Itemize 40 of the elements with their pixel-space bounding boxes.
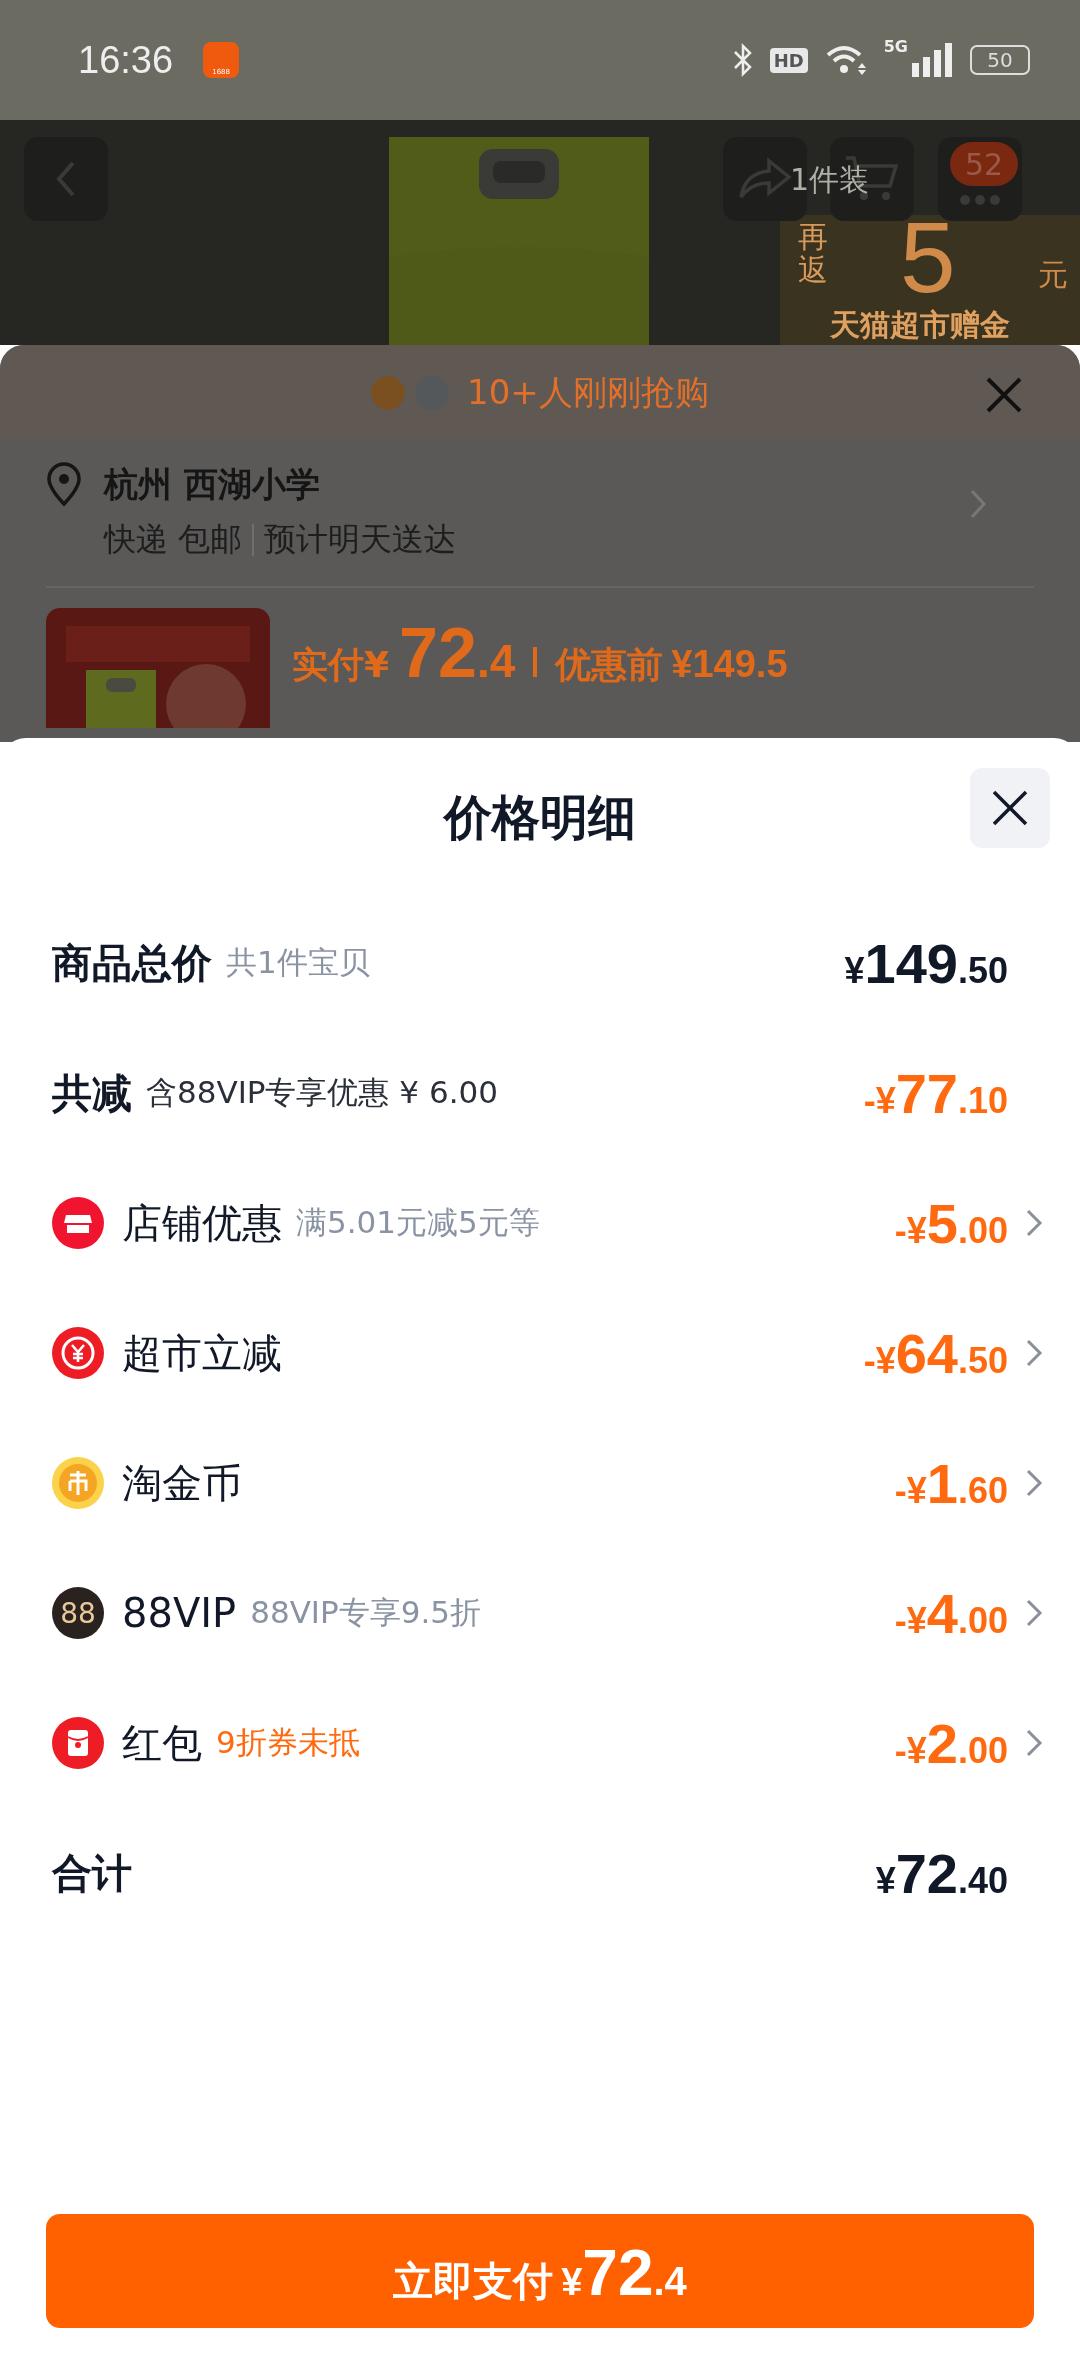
row-label: 共减 [52,1068,132,1118]
original-price-label: 优惠前 [555,643,664,687]
row-amount: -¥5.00 [894,1190,1008,1256]
row-note: 满5.01元减5元等 [296,1203,540,1242]
vip-badge-icon: 88 [52,1587,104,1639]
promo-text: 再返 [798,220,828,286]
hd-badge: HD [769,47,808,73]
row-label: 红包 [122,1718,202,1768]
row-note: 88VIP专享9.5折 [250,1593,481,1632]
promo-unit: 元 [1038,256,1068,294]
row-amount: -¥4.00 [894,1580,1008,1646]
address-text: 杭州 西湖小学 [104,463,321,506]
row-note: 共1件宝贝 [226,943,370,982]
original-price: ¥149.5 [671,643,788,686]
row-note: 9折券未抵 [216,1723,360,1762]
paid-amount: ¥72.4 [364,613,516,693]
row-label: 淘金币 [122,1458,242,1508]
row-note: 含88VIP专享优惠 ¥ 6.00 [146,1073,498,1112]
battery-indicator: 50 [970,45,1030,75]
shipping-text: 快递 包邮 [104,519,243,560]
row-amount: -¥1.60 [894,1450,1008,1516]
status-time: 16:36 [78,38,174,82]
delivery-estimate: 预计明天送达 [264,519,457,560]
row-label: 88VIP [122,1590,237,1636]
row-amount: -¥77.10 [863,1060,1008,1126]
row-label: 超市立减 [122,1328,282,1378]
paid-label: 实付 [292,643,364,687]
size-label: 1件装 [790,161,870,199]
pay-button[interactable]: 立即支付 ¥72.4 [46,2214,1034,2328]
network-label: 5G [883,37,908,56]
promo-caption: 天猫超市赠金 [830,306,1010,344]
social-proof-text: 10+人刚刚抢购 [467,370,709,414]
row-amount: -¥64.50 [863,1320,1008,1386]
sheet-title: 价格明细 [444,788,636,847]
row-amount: -¥2.00 [894,1710,1008,1776]
row-label: 店铺优惠 [122,1198,282,1248]
row-amount: ¥72.40 [875,1840,1008,1906]
row-label: 商品总价 [52,938,212,988]
row-amount: ¥149.50 [844,930,1008,996]
row-label: 合计 [52,1848,132,1898]
